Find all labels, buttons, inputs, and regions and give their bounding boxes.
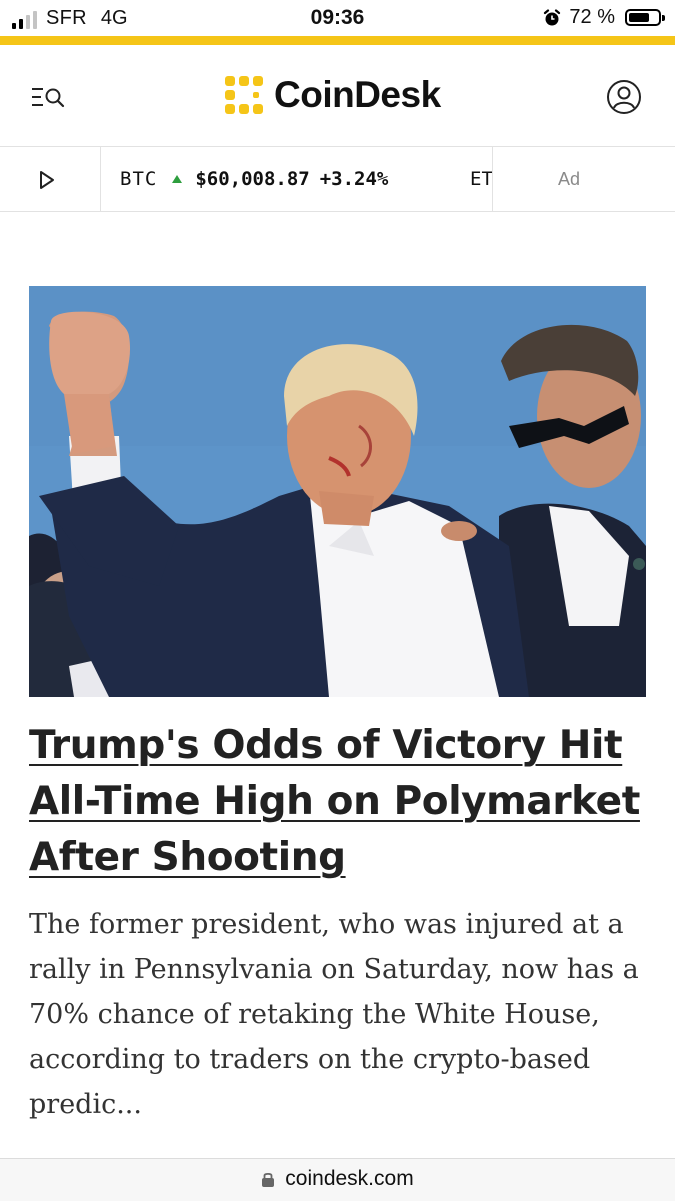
ticker-item-btc[interactable]: BTC $60,008.87 +3.24%	[120, 147, 388, 211]
article-hero-image[interactable]	[29, 286, 646, 697]
site-header: CoinDesk	[0, 45, 675, 147]
menu-search-icon[interactable]	[30, 85, 66, 109]
ticker-symbol: BTC	[120, 168, 158, 190]
account-icon[interactable]	[606, 79, 642, 115]
article-headline-link[interactable]: Trump's Odds of Victory Hit All-Time Hig…	[29, 723, 640, 880]
url-display[interactable]: coindesk.com	[0, 1167, 675, 1191]
browser-url-bar[interactable]: coindesk.com	[0, 1158, 675, 1201]
article-headline: Trump's Odds of Victory Hit All-Time Hig…	[29, 718, 649, 886]
ticker-price: $60,008.87	[195, 168, 310, 190]
ticker-play-button[interactable]	[0, 147, 101, 211]
play-icon	[40, 171, 54, 189]
article-summary: The former president, who was injured at…	[29, 909, 639, 1120]
status-bar: SFR 4G 09:36 72 %	[0, 0, 675, 36]
coindesk-logo-icon	[225, 76, 263, 114]
price-up-arrow-icon	[172, 175, 183, 183]
price-ticker: BTC $60,008.87 +3.24% ET Ad	[0, 147, 675, 212]
lock-icon	[262, 1172, 275, 1187]
page-load-progress-bar	[0, 36, 675, 45]
coindesk-logo[interactable]: CoinDesk	[222, 73, 441, 117]
ad-slot[interactable]: Ad	[492, 147, 675, 211]
battery-percent: 72 %	[569, 6, 615, 28]
alarm-icon	[544, 8, 561, 25]
ticker-change: +3.24%	[319, 168, 389, 190]
status-right: 72 %	[543, 6, 665, 29]
ticker-symbol-partial: ET	[470, 168, 492, 190]
battery-icon	[625, 9, 665, 26]
ad-label: Ad	[558, 169, 581, 189]
brand-name: CoinDesk	[274, 74, 441, 115]
hero-photo	[29, 286, 646, 697]
ticker-item-next[interactable]: ET	[470, 147, 492, 211]
battery-fill	[629, 13, 649, 22]
url-domain: coindesk.com	[285, 1167, 414, 1190]
